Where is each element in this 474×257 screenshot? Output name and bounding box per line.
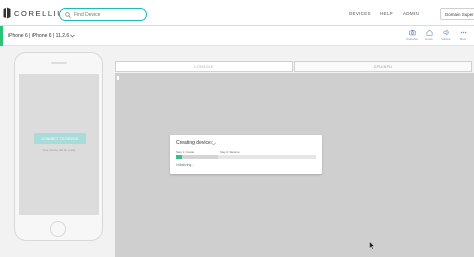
volume-label: Volume (441, 37, 451, 41)
more-label: More (459, 37, 467, 41)
progress-step-create (176, 155, 218, 159)
home-hardware-button[interactable] (50, 221, 66, 237)
search-input[interactable] (74, 11, 144, 18)
connect-device-button[interactable]: CONNECT TO DEVICE (34, 133, 86, 144)
device-bar: iPhone 6 | iPhone 6 | 11.2.6 Snapshot Ho… (0, 26, 474, 46)
chevron-down-icon[interactable] (70, 34, 75, 38)
step-restore-label: Step 2: Restore (220, 150, 240, 154)
nav-devices[interactable]: DEVICES (349, 11, 371, 16)
nav-admin[interactable]: ADMIN (403, 11, 419, 16)
corellium-logo-icon (3, 7, 11, 19)
progress-fill (176, 155, 182, 159)
dialog-status: Initializing... (176, 163, 195, 167)
tab-cpu[interactable]: CPU/NPU (294, 61, 472, 72)
home-button[interactable]: Home (422, 29, 436, 41)
tab-console[interactable]: CONSOLE (115, 61, 293, 72)
step-create-label: Step 1: Create (176, 150, 195, 154)
phone-speaker (51, 62, 67, 64)
user-menu[interactable]: Domain Super (440, 8, 474, 20)
device-screen[interactable]: CONNECT TO DEVICE Your device will be re… (19, 74, 99, 215)
volume-button[interactable]: Volume (439, 29, 453, 41)
creating-device-dialog: Creating device Step 1: Create Step 2: R… (170, 135, 322, 174)
device-preview: CONNECT TO DEVICE Your device will be re… (14, 52, 103, 241)
device-selector[interactable]: iPhone 6 | iPhone 6 | 11.2.6 (8, 33, 69, 39)
top-bar: CORELLIUM DEVICES HELP ADMIN Domain Supe… (0, 0, 474, 26)
mouse-cursor-icon (369, 241, 375, 250)
more-icon (460, 31, 466, 34)
device-status-text: Your device will be ready (42, 148, 76, 152)
panel-tabs: CONSOLE CPU/NPU (115, 61, 472, 72)
snapshot-button[interactable]: Snapshot (405, 29, 419, 41)
loading-icon (211, 140, 216, 145)
more-button[interactable]: More (456, 29, 470, 41)
nav-help[interactable]: HELP (380, 11, 393, 16)
snapshot-label: Snapshot (406, 37, 418, 41)
home-label: Home (425, 37, 433, 41)
volume-icon (443, 29, 449, 36)
search-icon (65, 11, 71, 18)
device-search[interactable] (59, 8, 147, 21)
device-status-indicator (0, 26, 3, 46)
camera-icon (408, 29, 416, 36)
dialog-title: Creating device (176, 140, 211, 146)
home-icon (426, 29, 432, 36)
console-cursor (117, 76, 119, 80)
